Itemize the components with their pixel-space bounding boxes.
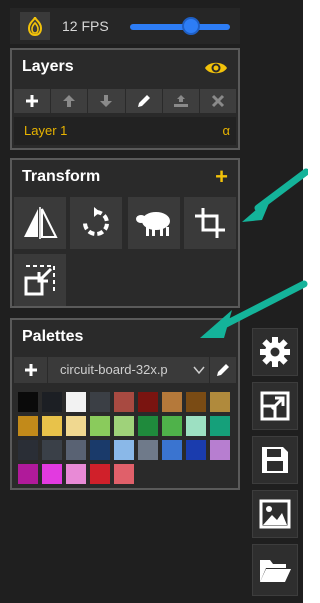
move-down-icon — [100, 95, 113, 107]
resize-canvas-button[interactable] — [252, 382, 298, 430]
app: 12 FPS Layers Layer 1 α Transform + Pale… — [0, 0, 308, 603]
move-up-icon — [63, 95, 76, 107]
palette-swatch[interactable] — [90, 392, 110, 412]
edit-layer-button[interactable] — [125, 89, 163, 113]
edit-palette-button[interactable] — [210, 357, 236, 383]
palette-swatch[interactable] — [90, 464, 110, 484]
palette-swatch[interactable] — [66, 464, 86, 484]
rotate-button[interactable] — [70, 197, 122, 249]
add-layer-button[interactable] — [14, 89, 52, 113]
fps-slider-track[interactable] — [130, 24, 230, 30]
flip-button[interactable] — [14, 197, 66, 249]
save-icon — [262, 447, 288, 473]
layer-row[interactable]: Layer 1 α — [14, 117, 236, 145]
palette-swatch[interactable] — [66, 416, 86, 436]
onion-icon — [27, 16, 43, 37]
palette-swatch[interactable] — [18, 440, 38, 460]
add-icon — [26, 95, 39, 107]
open-button[interactable] — [252, 544, 298, 596]
palette-swatch[interactable] — [210, 416, 230, 436]
palette-swatch[interactable] — [162, 440, 182, 460]
layers-title: Layers — [22, 58, 74, 75]
crop-icon — [195, 208, 225, 238]
add-icon — [24, 364, 37, 376]
palette-swatch[interactable] — [114, 416, 134, 436]
palettes-title: Palettes — [22, 328, 84, 345]
image-icon — [259, 499, 291, 529]
top-bar: 12 FPS — [10, 8, 240, 44]
delete-layer-button[interactable] — [199, 89, 237, 113]
fps-slider-knob[interactable] — [182, 17, 200, 35]
transform-title: Transform — [22, 168, 101, 185]
sheep-button[interactable] — [128, 197, 180, 249]
sheep-icon — [136, 212, 170, 236]
edit-icon — [137, 95, 150, 107]
resize-canvas-icon — [260, 391, 290, 421]
palette-select[interactable]: circuit-board-32x.p — [50, 357, 210, 383]
chevron-down-icon[interactable] — [192, 363, 206, 382]
palette-swatch[interactable] — [114, 464, 134, 484]
palette-swatch[interactable] — [18, 464, 38, 484]
onion-logo-button[interactable] — [20, 12, 50, 40]
palette-swatch[interactable] — [42, 440, 62, 460]
palette-swatch[interactable] — [114, 440, 134, 460]
crop-button[interactable] — [184, 197, 236, 249]
image-button[interactable] — [252, 490, 298, 538]
fps-label: 12 FPS — [62, 18, 109, 34]
layer-toolbar — [14, 89, 237, 113]
edit-icon — [217, 364, 229, 376]
rotate-icon — [83, 207, 109, 236]
move-layer-down-button[interactable] — [88, 89, 126, 113]
add-transform-icon[interactable]: + — [215, 166, 228, 188]
palette-swatch[interactable] — [162, 416, 182, 436]
merge-down-icon — [173, 95, 188, 107]
layer-alpha-toggle[interactable]: α — [222, 123, 230, 138]
palette-swatch[interactable] — [42, 464, 62, 484]
palette-swatch[interactable] — [138, 392, 158, 412]
palette-swatch[interactable] — [90, 416, 110, 436]
palette-swatch[interactable] — [138, 416, 158, 436]
palette-swatch[interactable] — [210, 392, 230, 412]
annotation-arrow-palettes — [200, 280, 308, 338]
move-layer-up-button[interactable] — [51, 89, 89, 113]
palette-swatch[interactable] — [114, 392, 134, 412]
merge-down-button[interactable] — [162, 89, 200, 113]
save-button[interactable] — [252, 436, 298, 484]
add-palette-button[interactable] — [14, 357, 48, 383]
palette-swatch[interactable] — [186, 440, 206, 460]
layers-panel: Layers Layer 1 α — [10, 48, 240, 150]
eye-icon[interactable] — [204, 60, 228, 81]
palette-swatch[interactable] — [90, 440, 110, 460]
flip-icon — [24, 207, 58, 239]
palette-swatch[interactable] — [138, 440, 158, 460]
palette-swatch[interactable] — [186, 416, 206, 436]
resize-button[interactable] — [14, 254, 66, 306]
open-folder-icon — [260, 560, 291, 582]
palette-swatch[interactable] — [162, 392, 182, 412]
palette-toolbar: circuit-board-32x.p — [14, 357, 236, 383]
palette-swatch[interactable] — [18, 392, 38, 412]
layer-name: Layer 1 — [24, 123, 68, 138]
palette-select-value: circuit-board-32x.p — [60, 362, 168, 377]
resize-icon — [24, 265, 55, 296]
annotation-arrow-transform — [242, 168, 308, 222]
palette-swatch[interactable] — [66, 440, 86, 460]
palette-swatch[interactable] — [18, 416, 38, 436]
palette-swatch[interactable] — [66, 392, 86, 412]
delete-icon — [211, 94, 224, 108]
palette-swatch[interactable] — [42, 392, 62, 412]
palette-swatch[interactable] — [210, 440, 230, 460]
palette-swatch[interactable] — [186, 392, 206, 412]
palette-swatch[interactable] — [42, 416, 62, 436]
